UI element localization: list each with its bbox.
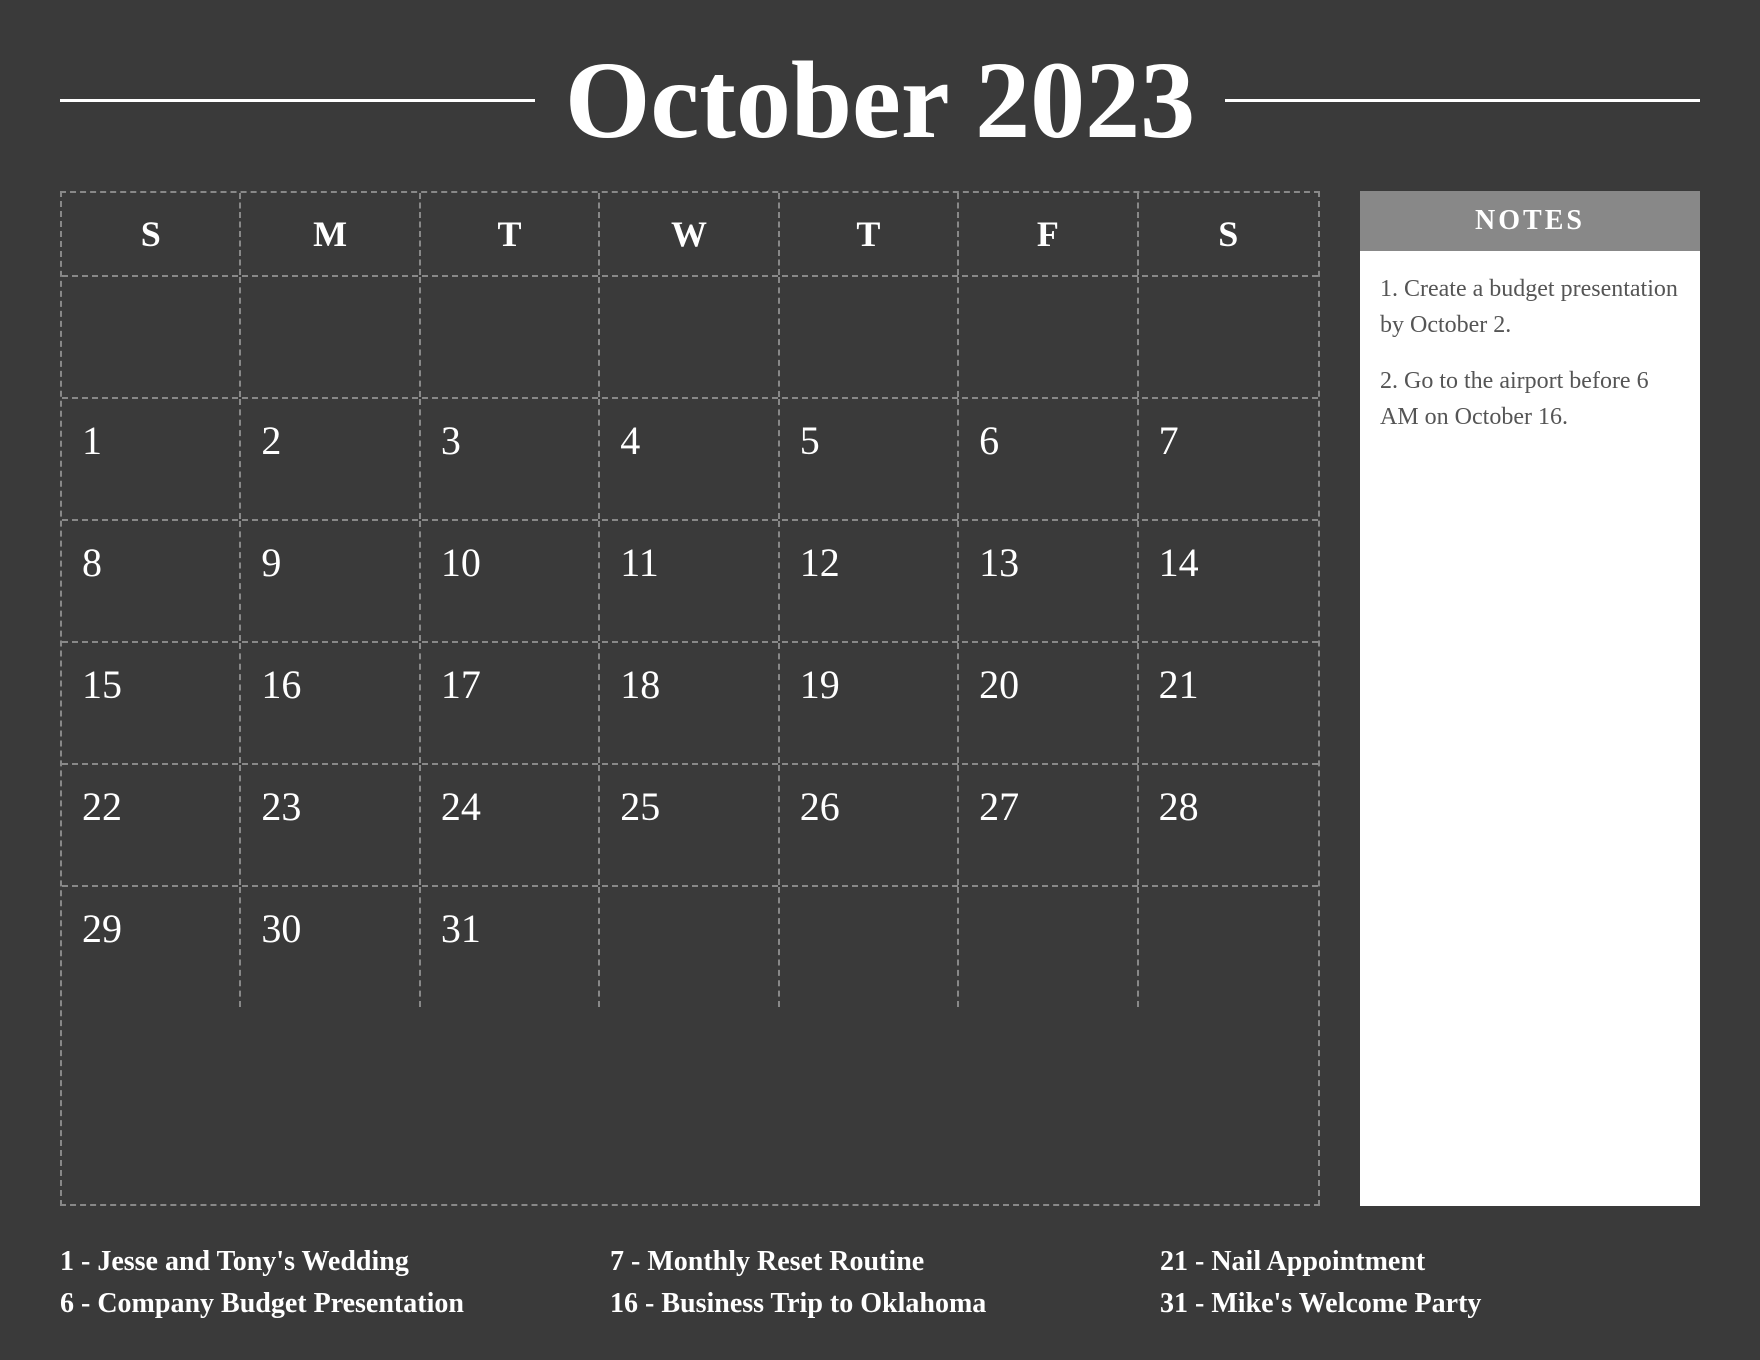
calendar-cell-2: 2 (241, 399, 420, 519)
notes-section: NOTES 1. Create a budget presentation by… (1360, 191, 1700, 1206)
header: October 2023 (60, 40, 1700, 161)
calendar-cell-16: 16 (241, 643, 420, 763)
header-line-left (60, 99, 535, 102)
event-item-1: 7 - Monthly Reset Routine (610, 1246, 1150, 1278)
day-header-fri: F (959, 193, 1138, 275)
day-header-mon: M (241, 193, 420, 275)
calendar-cell-30: 30 (241, 887, 420, 1007)
calendar-cell-22: 22 (62, 765, 241, 885)
calendar-cell-10: 10 (421, 521, 600, 641)
page-title: October 2023 (565, 40, 1195, 161)
day-header-wed: W (600, 193, 779, 275)
header-line-right (1225, 99, 1700, 102)
event-item-0: 1 - Jesse and Tony's Wedding (60, 1246, 600, 1278)
calendar-cell-17: 17 (421, 643, 600, 763)
calendar-row-0 (62, 277, 1318, 399)
event-item-5: 31 - Mike's Welcome Party (1160, 1288, 1700, 1320)
calendar-cell-12: 12 (780, 521, 959, 641)
calendar-cell-26: 26 (780, 765, 959, 885)
calendar-cell-6: 6 (959, 399, 1138, 519)
events-section: 1 - Jesse and Tony's Wedding 7 - Monthly… (60, 1236, 1700, 1320)
calendar-cell-4: 4 (600, 399, 779, 519)
calendar-row-3: 15 16 17 18 19 20 21 (62, 643, 1318, 765)
calendar-cell-27: 27 (959, 765, 1138, 885)
calendar-cell-3: 3 (421, 399, 600, 519)
calendar-header-row: S M T W T F S (62, 193, 1318, 277)
notes-text: 1. Create a budget presentation by Octob… (1380, 271, 1680, 435)
day-header-sun: S (62, 193, 241, 275)
calendar-cell-5: 5 (780, 399, 959, 519)
calendar-cell-24: 24 (421, 765, 600, 885)
calendar-cell-8: 8 (62, 521, 241, 641)
calendar-cell-1: 1 (62, 399, 241, 519)
calendar-cell-empty (1139, 887, 1318, 1007)
calendar-cell-empty (600, 277, 779, 397)
notes-item-2: 2. Go to the airport before 6 AM on Octo… (1380, 363, 1680, 435)
calendar-cell-empty (959, 887, 1138, 1007)
calendar-row-1: 1 2 3 4 5 6 7 (62, 399, 1318, 521)
calendar-cell-7: 7 (1139, 399, 1318, 519)
calendar-section: S M T W T F S (60, 191, 1320, 1206)
main-content: S M T W T F S (60, 191, 1700, 1206)
calendar-cell-13: 13 (959, 521, 1138, 641)
calendar-cell-empty (959, 277, 1138, 397)
calendar-cell-empty (600, 887, 779, 1007)
calendar-cell-15: 15 (62, 643, 241, 763)
notes-item-1: 1. Create a budget presentation by Octob… (1380, 271, 1680, 343)
calendar-cell-19: 19 (780, 643, 959, 763)
calendar-cell-empty (62, 277, 241, 397)
calendar-cell-empty (1139, 277, 1318, 397)
event-item-2: 21 - Nail Appointment (1160, 1246, 1700, 1278)
calendar-cell-empty (780, 277, 959, 397)
day-header-sat: S (1139, 193, 1318, 275)
calendar-cell-14: 14 (1139, 521, 1318, 641)
notes-body: 1. Create a budget presentation by Octob… (1360, 251, 1700, 1206)
calendar-cell-25: 25 (600, 765, 779, 885)
calendar-cell-empty (241, 277, 420, 397)
calendar-cell-20: 20 (959, 643, 1138, 763)
calendar-cell-11: 11 (600, 521, 779, 641)
calendar-row-4: 22 23 24 25 26 27 28 (62, 765, 1318, 887)
calendar-cell-empty (421, 277, 600, 397)
calendar-row-5: 29 30 31 (62, 887, 1318, 1007)
calendar-cell-18: 18 (600, 643, 779, 763)
calendar-cell-31: 31 (421, 887, 600, 1007)
calendar-cell-empty (780, 887, 959, 1007)
event-item-4: 16 - Business Trip to Oklahoma (610, 1288, 1150, 1320)
event-item-3: 6 - Company Budget Presentation (60, 1288, 600, 1320)
calendar-cell-21: 21 (1139, 643, 1318, 763)
calendar-grid: S M T W T F S (60, 191, 1320, 1206)
calendar-cell-28: 28 (1139, 765, 1318, 885)
calendar-body: 1 2 3 4 5 6 7 8 9 10 11 12 (62, 277, 1318, 1007)
calendar-row-2: 8 9 10 11 12 13 14 (62, 521, 1318, 643)
day-header-tue: T (421, 193, 600, 275)
notes-header: NOTES (1360, 191, 1700, 251)
calendar-cell-9: 9 (241, 521, 420, 641)
calendar-cell-23: 23 (241, 765, 420, 885)
page: October 2023 S M T W T F S (0, 0, 1760, 1360)
calendar-cell-29: 29 (62, 887, 241, 1007)
day-header-thu: T (780, 193, 959, 275)
